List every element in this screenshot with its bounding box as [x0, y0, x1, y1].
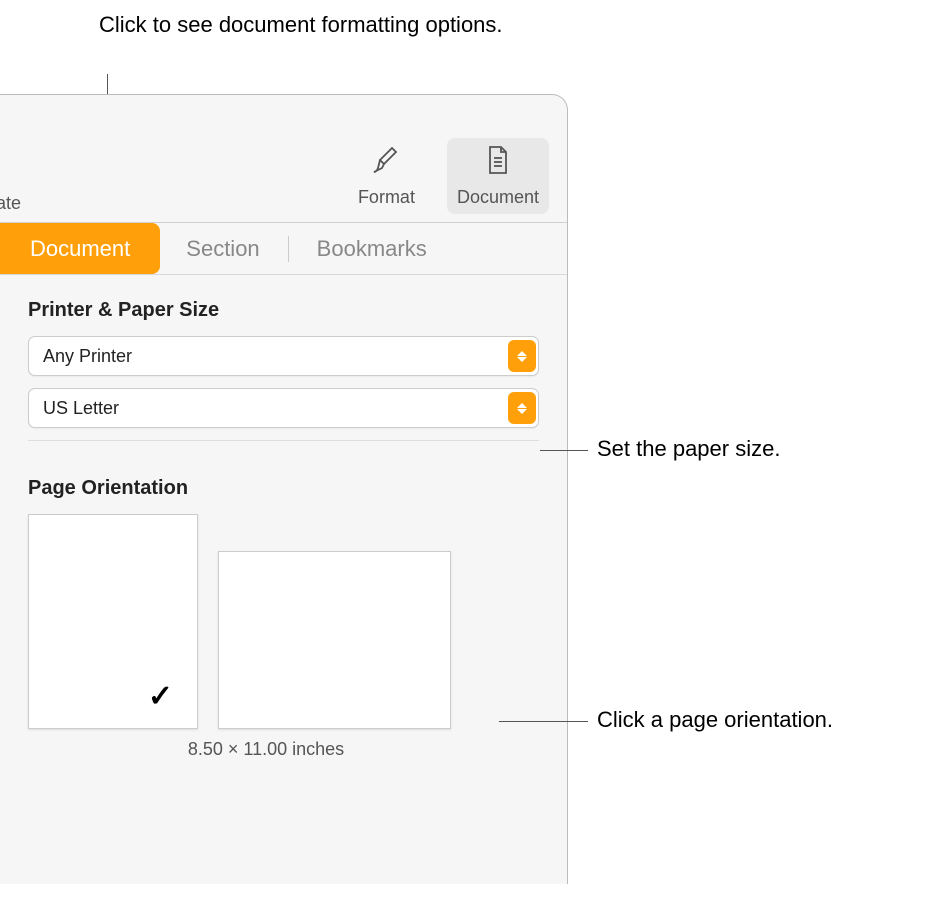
- printer-value: Any Printer: [43, 346, 132, 367]
- tab-bar: Document Section Bookmarks: [0, 223, 567, 275]
- document-icon: [482, 144, 514, 181]
- tab-section[interactable]: Section: [160, 223, 285, 274]
- chevron-updown-icon: [508, 392, 536, 424]
- callout-line-paper: [540, 450, 588, 451]
- orientation-options: ✓: [28, 514, 539, 729]
- orientation-section: Page Orientation ✓ 8.50 × 11.00 inches: [0, 453, 567, 760]
- orientation-title: Page Orientation: [28, 477, 539, 500]
- inspector-panel: orate Format Document: [0, 94, 568, 884]
- format-label: Format: [358, 187, 415, 208]
- toolbar-item-collaborate-partial: orate: [0, 193, 21, 214]
- tab-document[interactable]: Document: [0, 223, 160, 274]
- format-button[interactable]: Format: [348, 138, 425, 214]
- paper-size-dropdown[interactable]: US Letter: [28, 388, 539, 428]
- orientation-portrait-button[interactable]: ✓: [28, 514, 198, 729]
- callout-paper-size: Set the paper size.: [597, 436, 780, 462]
- callout-line-orientation: [499, 721, 588, 722]
- document-label: Document: [457, 187, 539, 208]
- callout-document-options: Click to see document formatting options…: [99, 10, 503, 41]
- toolbar: orate Format Document: [0, 95, 567, 223]
- section-divider: [28, 440, 539, 441]
- paintbrush-icon: [370, 144, 402, 181]
- tab-bookmarks[interactable]: Bookmarks: [291, 223, 453, 274]
- orientation-landscape-button[interactable]: [218, 551, 451, 729]
- paper-size-value: US Letter: [43, 398, 119, 419]
- printer-section-title: Printer & Paper Size: [28, 299, 539, 322]
- document-button[interactable]: Document: [447, 138, 549, 214]
- page-dimensions: 8.50 × 11.00 inches: [56, 739, 476, 760]
- chevron-updown-icon: [508, 340, 536, 372]
- printer-paper-section: Printer & Paper Size Any Printer US Lett…: [0, 275, 567, 428]
- printer-dropdown[interactable]: Any Printer: [28, 336, 539, 376]
- tab-divider: [288, 236, 289, 262]
- check-icon: ✓: [148, 679, 173, 714]
- callout-orientation: Click a page orientation.: [597, 707, 833, 733]
